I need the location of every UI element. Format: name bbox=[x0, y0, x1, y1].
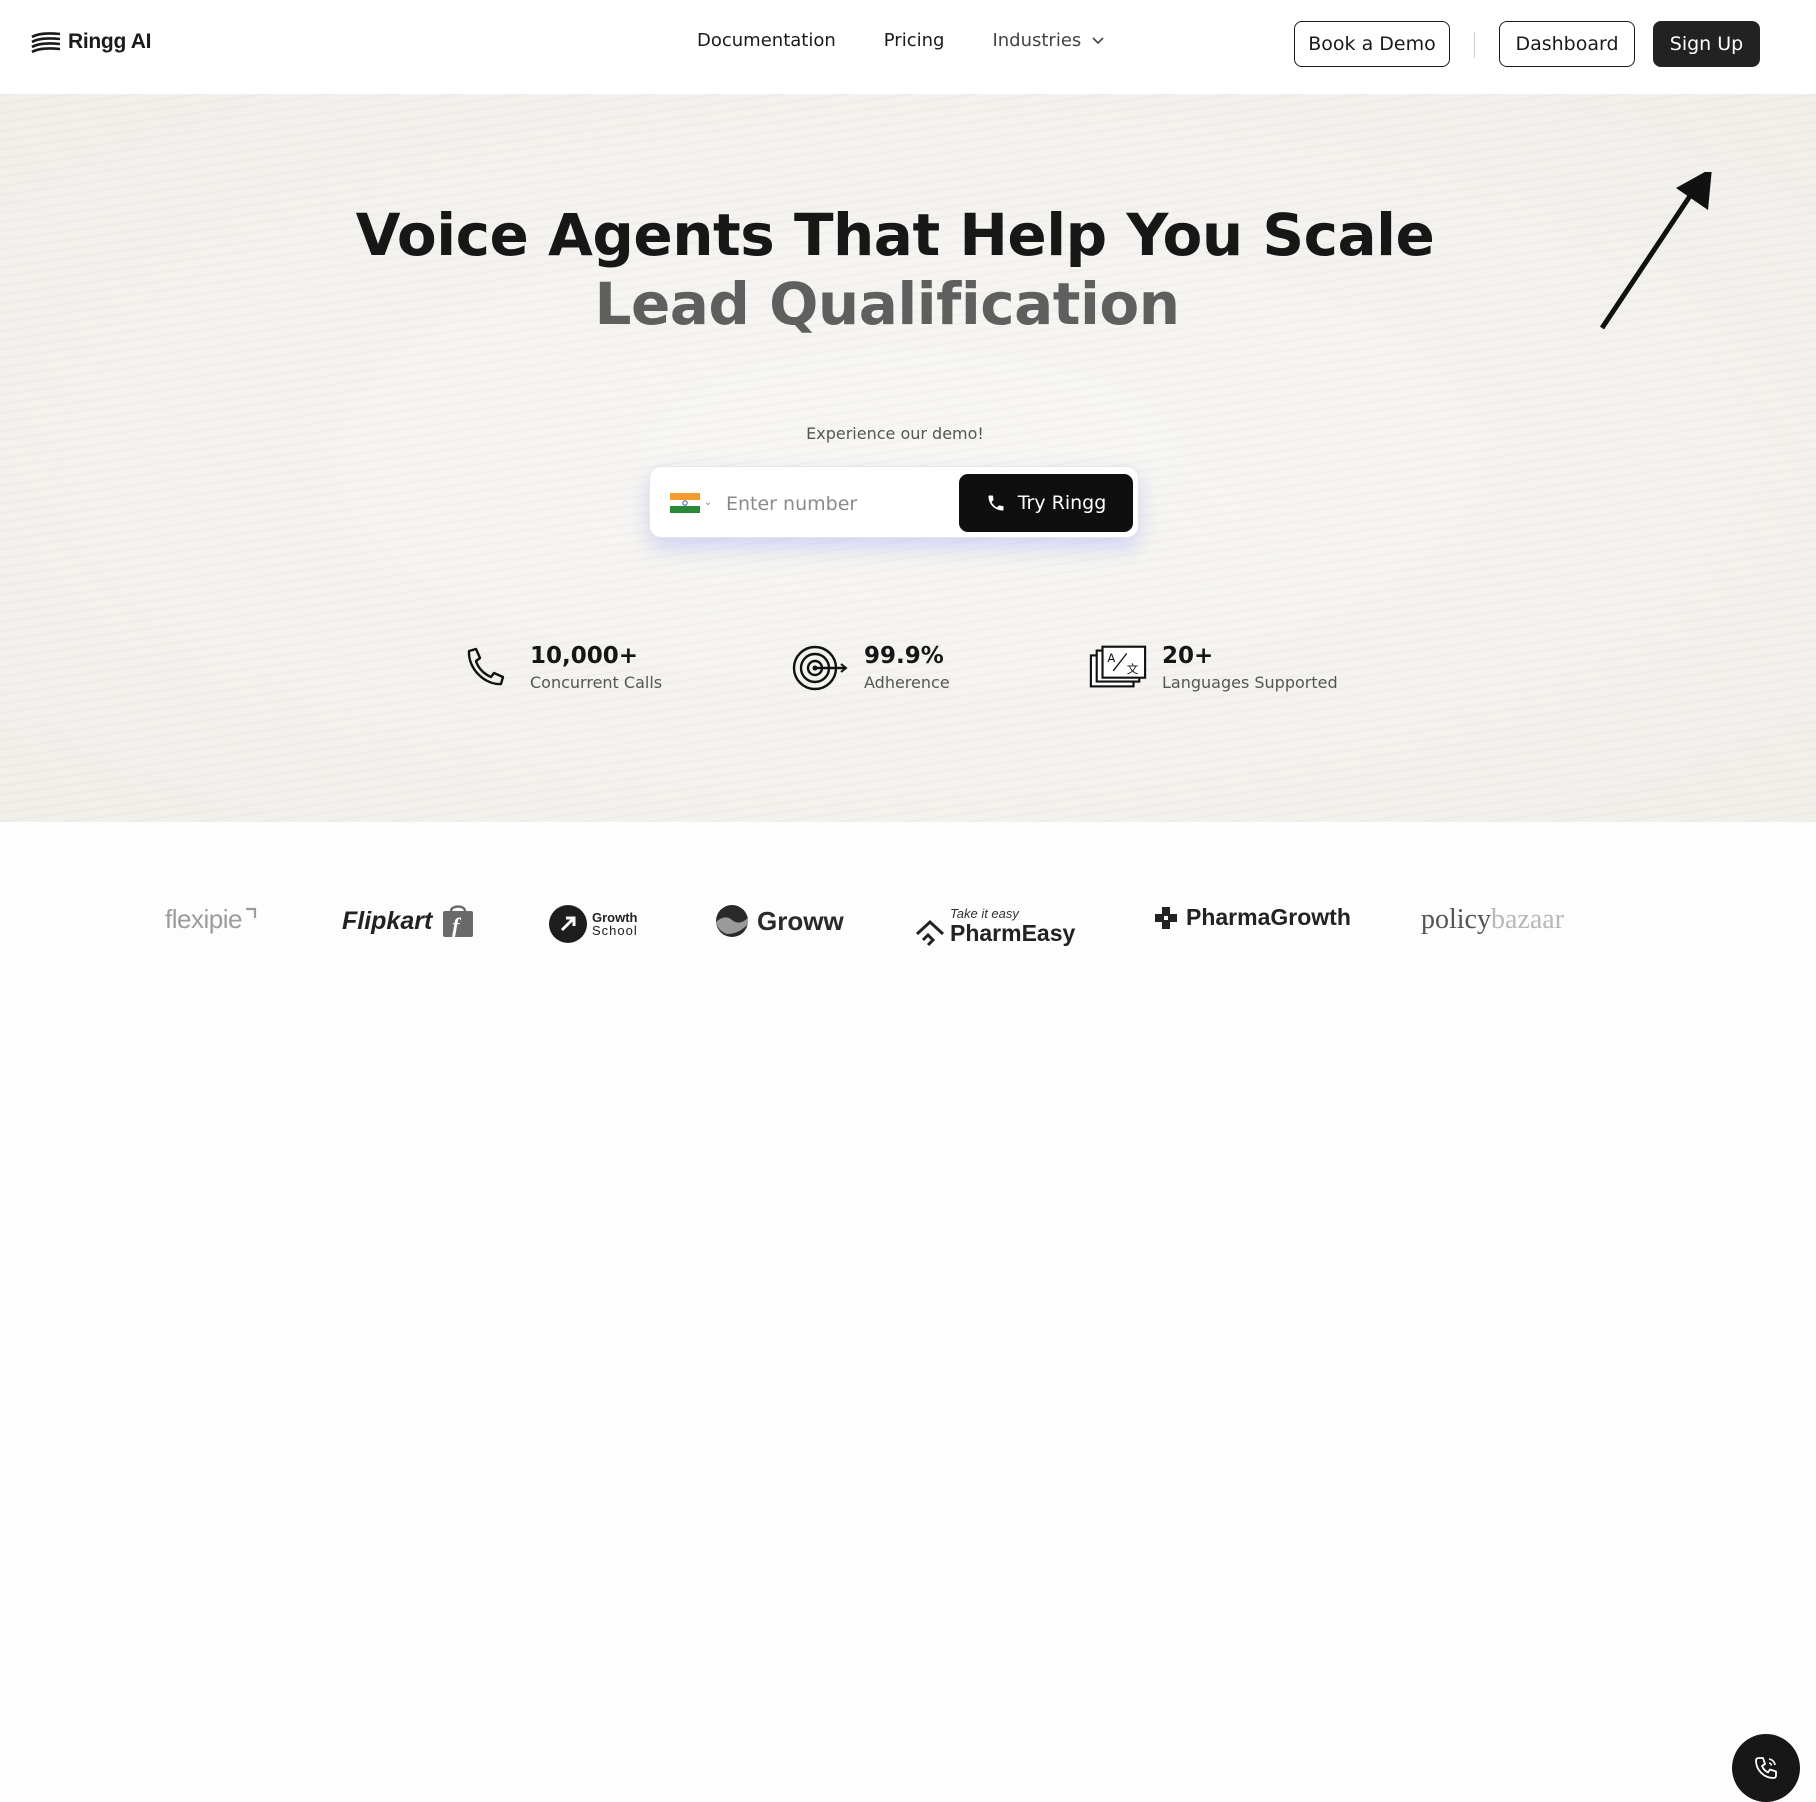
hero-subtitle: Lead Qualification bbox=[594, 270, 1180, 338]
growth-school-line2: School bbox=[592, 923, 638, 938]
pharmeasy-wordmark: PharmEasy bbox=[950, 920, 1076, 946]
logo-groww: Groww bbox=[715, 904, 844, 938]
flipkart-bag-icon: f bbox=[443, 905, 474, 938]
logo-pharmeasy: Take it easy PharmEasy bbox=[914, 904, 1075, 948]
brand-logo[interactable]: Ringg AI bbox=[30, 30, 151, 54]
try-ringg-label: Try Ringg bbox=[1017, 492, 1107, 514]
phone-number-input[interactable] bbox=[724, 485, 938, 523]
sign-up-button[interactable]: Sign Up bbox=[1653, 21, 1760, 67]
svg-text:A: A bbox=[1107, 651, 1115, 665]
pharmeasy-tagline: Take it easy bbox=[950, 906, 1019, 921]
stat-adherence: 99.9% Adherence bbox=[790, 643, 950, 693]
stat-languages: A 文 20+ Languages Supported bbox=[1088, 643, 1338, 693]
pharmagrowth-cross-icon bbox=[1155, 906, 1177, 929]
stat-value: 99.9% bbox=[864, 642, 944, 669]
main-nav: Documentation Pricing Industries bbox=[697, 30, 1105, 51]
flexipie-wordmark: flexipie bbox=[165, 904, 242, 934]
india-flag-icon[interactable] bbox=[670, 493, 700, 513]
stat-label: Concurrent Calls bbox=[530, 673, 663, 693]
stat-concurrent-calls: 10,000+ Concurrent Calls bbox=[456, 643, 662, 693]
logo-flexipie: flexipie bbox=[165, 904, 258, 935]
nav-industries-label: Industries bbox=[992, 30, 1082, 51]
phone-icon bbox=[456, 643, 516, 693]
groww-wordmark: Groww bbox=[757, 905, 844, 936]
nav-documentation[interactable]: Documentation bbox=[697, 30, 836, 51]
logo-policybazaar: policy bazaar bbox=[1421, 904, 1564, 936]
svg-text:文: 文 bbox=[1127, 662, 1139, 676]
brand-name: Ringg AI bbox=[68, 30, 152, 53]
policybazaar-part1: policy bbox=[1421, 904, 1491, 935]
phone-call-icon bbox=[1755, 1757, 1777, 1779]
growth-school-circle-icon bbox=[549, 905, 587, 943]
translate-icon: A 文 bbox=[1088, 643, 1148, 693]
pharmeasy-house-icon bbox=[915, 919, 945, 947]
demo-label: Experience our demo! bbox=[806, 424, 984, 443]
flexipie-arrow-icon bbox=[245, 907, 257, 918]
policybazaar-part2: bazaar bbox=[1491, 904, 1565, 935]
header-divider bbox=[1474, 32, 1475, 58]
nav-industries[interactable]: Industries bbox=[992, 30, 1105, 51]
pharmagrowth-wordmark: PharmaGrowth bbox=[1186, 904, 1351, 930]
stat-value: 20+ bbox=[1162, 642, 1214, 669]
book-demo-button[interactable]: Book a Demo bbox=[1294, 21, 1450, 67]
call-support-button[interactable] bbox=[1732, 1734, 1800, 1802]
hero-section: Voice Agents That Help You Scale Lead Qu… bbox=[0, 94, 1816, 822]
hero-title: Voice Agents That Help You Scale bbox=[355, 201, 1435, 269]
nav-pricing[interactable]: Pricing bbox=[884, 30, 945, 51]
waves-logo-icon bbox=[31, 32, 61, 53]
groww-circle-icon bbox=[716, 905, 748, 937]
stat-label: Adherence bbox=[864, 673, 950, 693]
flipkart-wordmark: Flipkart bbox=[342, 906, 433, 935]
stat-label: Languages Supported bbox=[1162, 673, 1338, 693]
stat-value: 10,000+ bbox=[530, 642, 639, 669]
country-chevron-icon[interactable]: ⌄ bbox=[704, 497, 712, 508]
try-ringg-button[interactable]: Try Ringg bbox=[959, 474, 1133, 532]
phone-icon bbox=[988, 495, 1004, 511]
logo-pharmagrowth: PharmaGrowth bbox=[1154, 904, 1351, 931]
client-logos-strip: flexipie Flipkart f Growth School Groww bbox=[0, 822, 1816, 1802]
logo-flipkart: Flipkart f bbox=[342, 904, 476, 938]
demo-call-form: ⌄ Try Ringg bbox=[649, 466, 1139, 538]
target-icon bbox=[790, 643, 850, 693]
chevron-down-icon bbox=[1092, 36, 1104, 44]
top-header: Ringg AI Documentation Pricing Industrie… bbox=[0, 0, 1816, 94]
logo-growth-school: Growth School bbox=[548, 904, 638, 944]
dashboard-button[interactable]: Dashboard bbox=[1499, 21, 1635, 67]
